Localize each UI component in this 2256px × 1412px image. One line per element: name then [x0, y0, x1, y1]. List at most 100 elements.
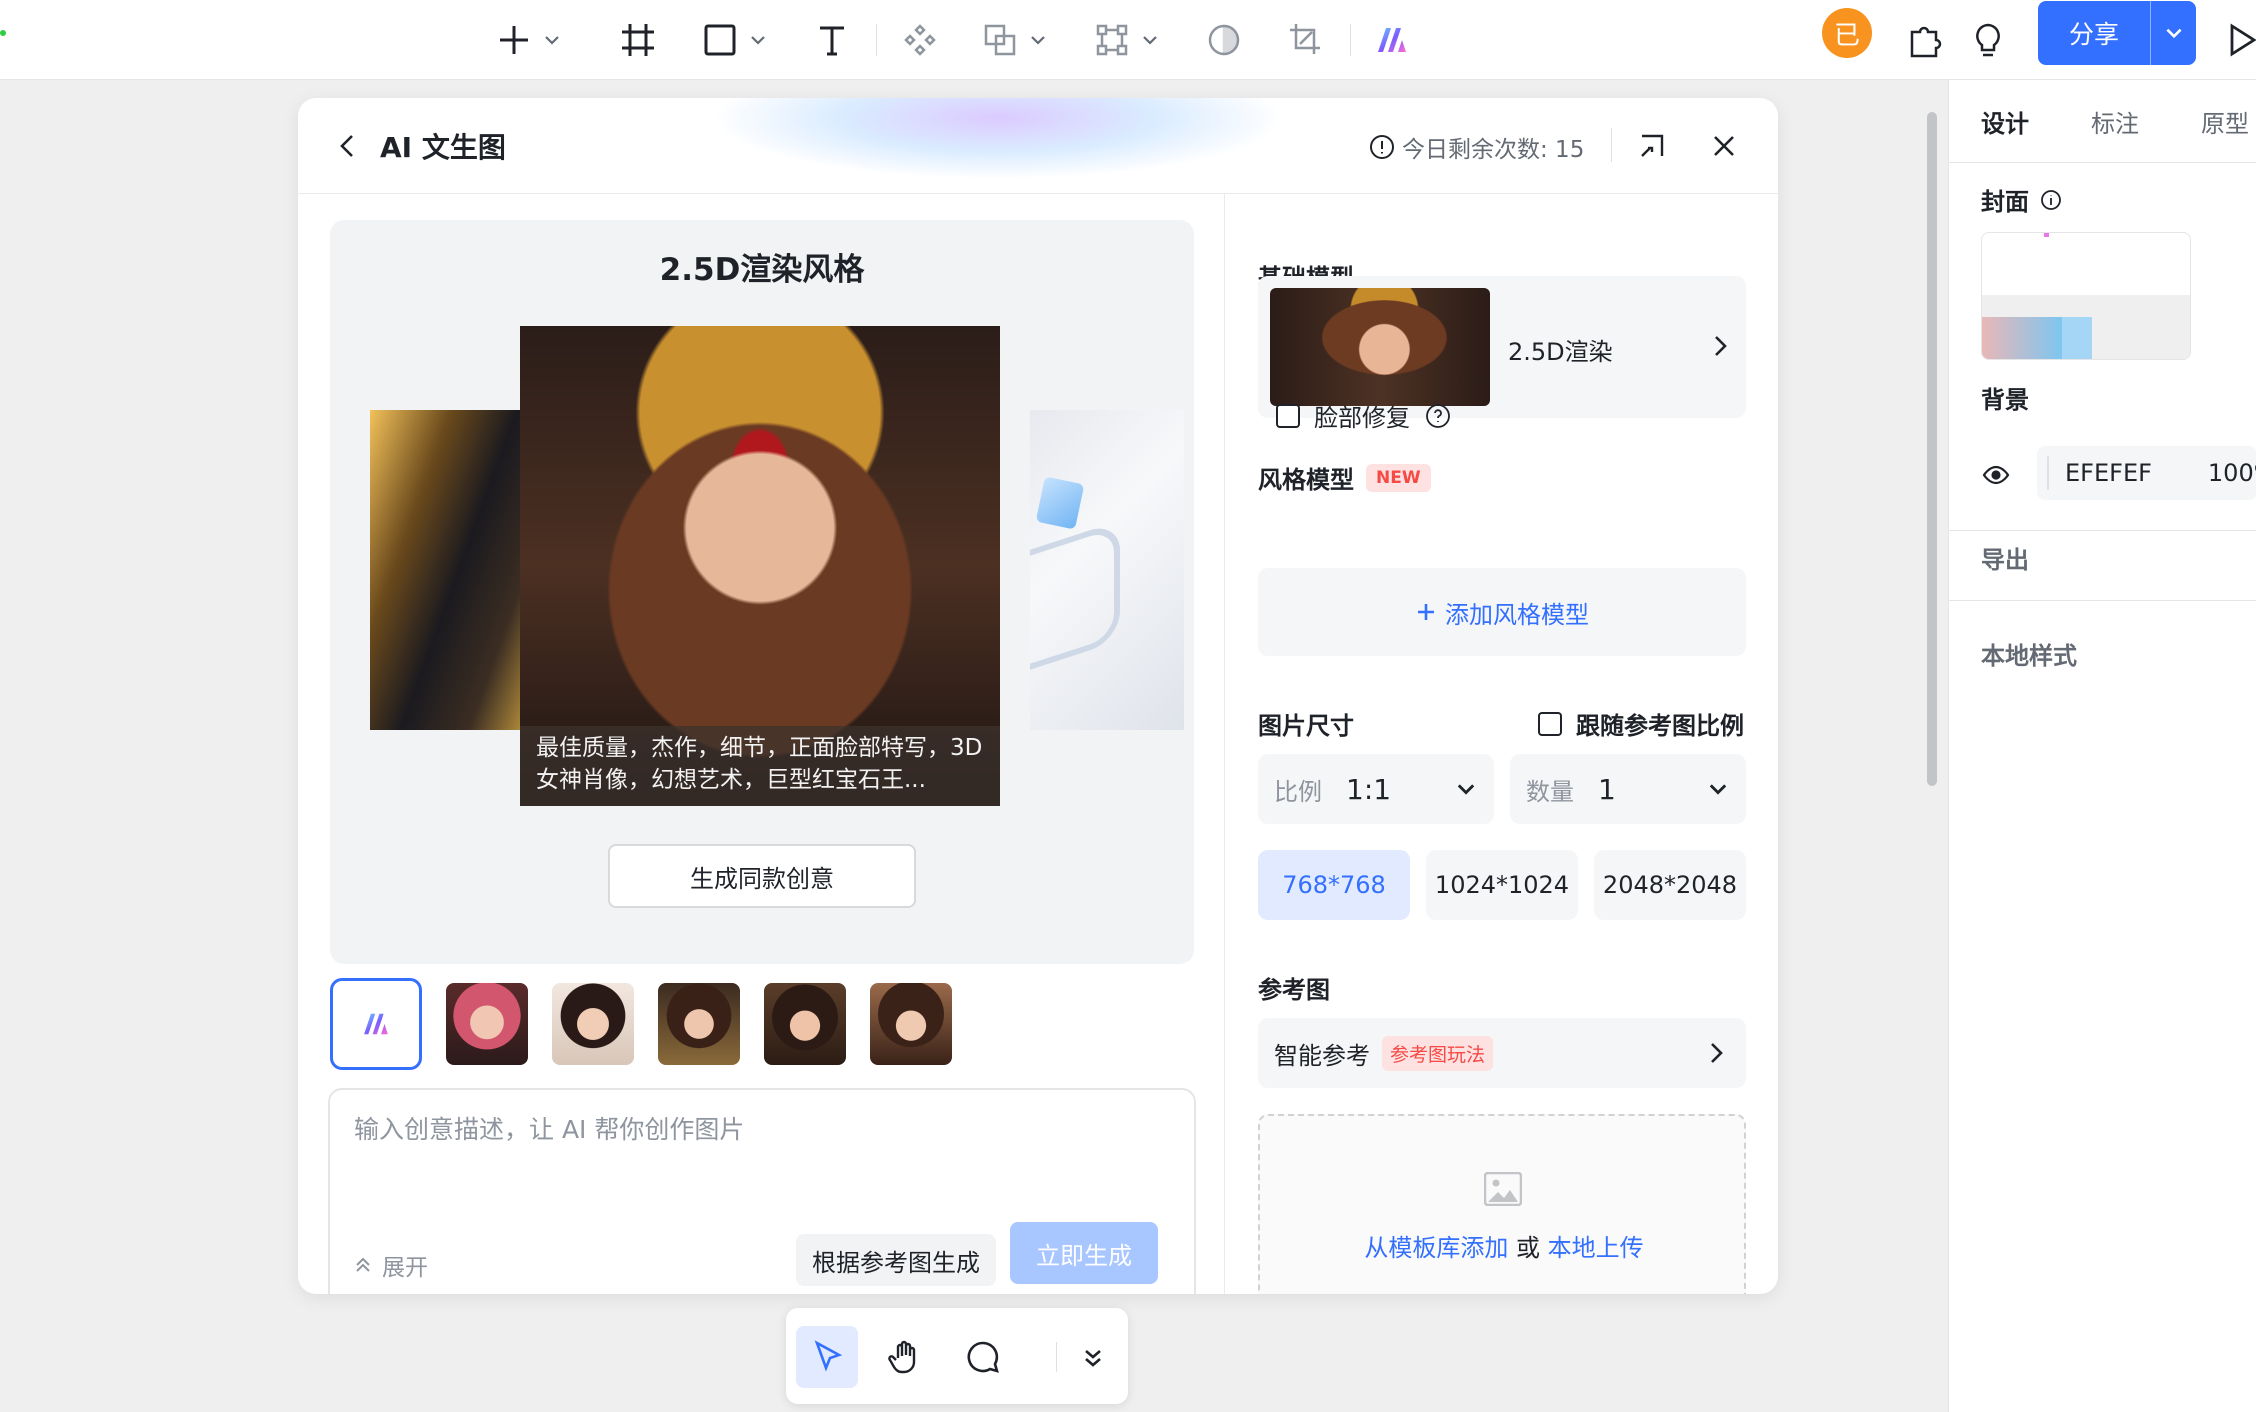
ai-tool-button[interactable]	[1372, 10, 1412, 70]
inspiration-button[interactable]	[1968, 10, 2008, 70]
cover-section-title: 封面	[1981, 182, 2063, 217]
base-model-selector[interactable]: 2.5D渲染	[1258, 276, 1746, 418]
tab-prototype[interactable]: 原型	[2201, 104, 2249, 139]
quota-label: 今日剩余次数: 15	[1402, 137, 1585, 163]
count-select[interactable]: 数量 1	[1510, 754, 1746, 824]
background-color-field[interactable]: EFEFEF 100%	[2037, 446, 2256, 500]
local-styles-section-title[interactable]: 本地样式	[1981, 636, 2077, 671]
thumbnail-ai-default[interactable]	[330, 978, 422, 1070]
column-divider	[1224, 194, 1225, 1294]
background-opacity[interactable]: 100%	[2208, 459, 2256, 487]
add-tool-button[interactable]	[494, 10, 562, 70]
new-badge: NEW	[1366, 463, 1431, 492]
add-from-template-link[interactable]: 从模板库添加	[1364, 1234, 1508, 1262]
follow-ratio-option[interactable]: 跟随参考图比例	[1538, 706, 1744, 741]
sample-prompt-caption: 最佳质量，杰作，细节，正面脸部特写，3D女神肖像，幻想艺术，巨型红宝石王...	[520, 726, 1000, 806]
sample-image-next[interactable]	[1030, 410, 1184, 730]
warning-circle-icon	[1370, 135, 1394, 159]
help-icon[interactable]	[1424, 402, 1452, 430]
component-icon	[904, 24, 936, 56]
text-tool-button[interactable]	[812, 10, 852, 70]
share-button[interactable]: 分享	[2038, 1, 2196, 65]
info-icon[interactable]	[2039, 188, 2063, 212]
background-label: 背景	[1981, 386, 2029, 414]
hand-tool-button[interactable]	[874, 1326, 936, 1388]
cursor-icon	[814, 1340, 843, 1372]
select-tool-button[interactable]	[796, 1326, 858, 1388]
generate-from-reference-button[interactable]: 根据参考图生成	[796, 1234, 996, 1286]
face-fix-checkbox[interactable]	[1276, 403, 1300, 428]
thumbnail-style[interactable]	[764, 983, 846, 1065]
generate-same-button[interactable]: 生成同款创意	[608, 844, 916, 908]
boolean-tool-button[interactable]	[980, 10, 1048, 70]
share-menu-button[interactable]	[2151, 22, 2196, 44]
share-label: 分享	[2068, 20, 2119, 49]
face-fix-label: 脸部修复	[1314, 404, 1410, 432]
sample-image-main[interactable]: 最佳质量，杰作，细节，正面脸部特写，3D女神肖像，幻想艺术，巨型红宝石王...	[520, 326, 1000, 806]
size-option-768[interactable]: 768*768	[1258, 850, 1410, 920]
crop-tool-button[interactable]	[1286, 10, 1326, 70]
present-button[interactable]	[2222, 10, 2256, 70]
eye-icon[interactable]	[1981, 460, 2011, 490]
canvas-scrollbar[interactable]	[1927, 112, 1937, 786]
tab-annotate[interactable]: 标注	[2091, 104, 2139, 139]
reference-label: 参考图	[1258, 976, 1330, 1004]
background-section-title: 背景	[1981, 380, 2029, 415]
plugins-button[interactable]	[1904, 10, 1944, 70]
chevron-down-icon	[545, 36, 559, 45]
count-key: 数量	[1526, 777, 1574, 806]
follow-ratio-checkbox[interactable]	[1538, 711, 1562, 736]
cover-block	[1982, 317, 2062, 359]
prompt-box[interactable]: 输入创意描述，让 AI 帮你创作图片 展开 根据参考图生成 立即生成	[328, 1088, 1196, 1294]
mask-tool-button[interactable]	[1204, 10, 1244, 70]
dialog-header: AI 文生图 今日剩余次数: 15	[298, 98, 1778, 194]
chevron-right-icon	[1711, 1043, 1723, 1063]
thumbnail-style[interactable]	[658, 983, 740, 1065]
comment-tool-button[interactable]	[952, 1326, 1014, 1388]
ratio-select[interactable]: 比例 1:1	[1258, 754, 1494, 824]
size-option-1024[interactable]: 1024*1024	[1426, 850, 1578, 920]
count-value: 1	[1598, 772, 1616, 806]
reference-upload-area[interactable]: 从模板库添加 或 本地上传	[1258, 1114, 1746, 1294]
comment-icon	[967, 1341, 999, 1373]
divider	[1949, 162, 2256, 163]
back-arrow-icon[interactable]	[334, 132, 362, 160]
expand-icon[interactable]	[1636, 130, 1668, 162]
local-upload-link[interactable]: 本地上传	[1548, 1234, 1644, 1262]
divider	[1949, 600, 2256, 601]
prompt-input[interactable]: 输入创意描述，让 AI 帮你创作图片	[354, 1110, 744, 1146]
color-swatch[interactable]	[2047, 456, 2049, 490]
play-icon	[2230, 23, 2256, 57]
thumbnail-style[interactable]	[870, 983, 952, 1065]
export-section-title[interactable]: 导出	[1981, 540, 2029, 575]
local-styles-label: 本地样式	[1981, 642, 2077, 670]
cover-thumbnail[interactable]	[1981, 232, 2191, 360]
style-model-title: 风格模型 NEW	[1258, 460, 1431, 495]
style-thumbnails	[330, 978, 952, 1070]
plus-icon	[500, 26, 528, 54]
smart-reference-selector[interactable]: 智能参考 参考图玩法	[1258, 1018, 1746, 1088]
chevron-down-icon	[751, 36, 765, 45]
expand-toggle[interactable]: 展开	[352, 1248, 428, 1282]
more-tools-button[interactable]	[1062, 1326, 1124, 1388]
plus-icon	[1418, 604, 1434, 620]
close-icon[interactable]	[1708, 130, 1740, 162]
shape-tool-button[interactable]	[700, 10, 768, 70]
vector-tool-button[interactable]	[1092, 10, 1160, 70]
component-tool-button[interactable]	[900, 10, 940, 70]
add-style-model-button[interactable]: 添加风格模型	[1258, 568, 1746, 656]
thumbnail-style[interactable]	[446, 983, 528, 1065]
size-option-2048[interactable]: 2048*2048	[1594, 850, 1746, 920]
user-avatar[interactable]: 已	[1822, 8, 1872, 58]
tab-design[interactable]: 设计	[1981, 104, 2029, 139]
sample-image-previous[interactable]	[370, 410, 522, 730]
frame-tool-button[interactable]	[618, 10, 658, 70]
chevron-down-icon	[2165, 28, 2182, 39]
inspector-tabs: 设计 标注 原型	[1949, 80, 2256, 162]
face-fix-option[interactable]: 脸部修复	[1276, 398, 1452, 433]
generate-now-button[interactable]: 立即生成	[1010, 1222, 1158, 1284]
image-size-title: 图片尺寸	[1258, 706, 1354, 741]
toolbar-divider	[1350, 24, 1351, 56]
thumbnail-style[interactable]	[552, 983, 634, 1065]
background-hex[interactable]: EFEFEF	[2065, 459, 2152, 487]
